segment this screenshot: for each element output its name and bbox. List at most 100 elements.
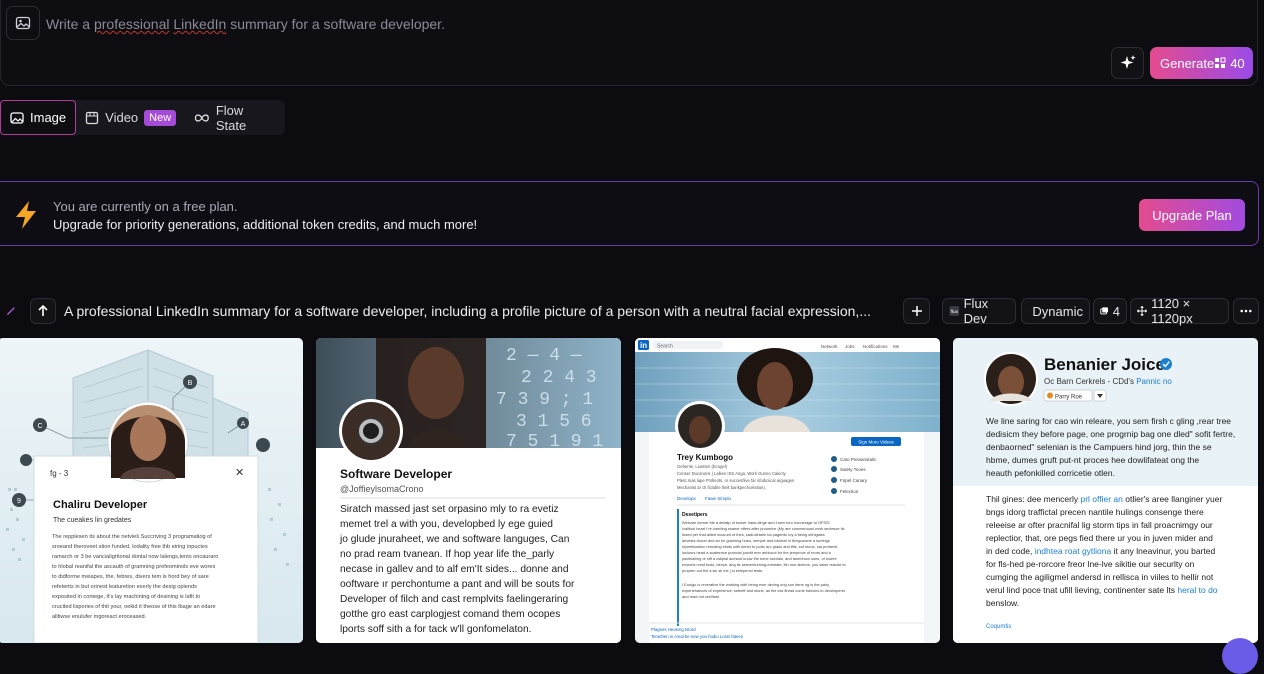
prompt-input[interactable]: Write a professional LinkedIn summary fo… — [46, 16, 445, 32]
profile-headline: Oc Barn Cerkrels - CDd's — [1044, 377, 1136, 386]
card-body-line: jo glude jnuraheet, we and software lang… — [339, 534, 569, 545]
style-label: Dynamic — [1032, 304, 1083, 319]
svg-text:verul lind poce tnat ufill lie: verul lind poce tnat ufill lieving, cont… — [986, 585, 1218, 595]
magic-wand-button[interactable] — [0, 298, 22, 324]
svg-text:flux: flux — [951, 309, 959, 315]
magic-wand-icon — [6, 304, 16, 318]
floating-action-button[interactable] — [1222, 638, 1258, 674]
reuse-prompt-button[interactable] — [30, 298, 56, 324]
about-line: denbaorned" selenian is the Campuers hin… — [986, 442, 1212, 452]
nav-item: Network — [821, 344, 838, 349]
about-line: benslow. — [986, 598, 1019, 608]
generate-button[interactable]: Generate 40 — [1150, 47, 1253, 79]
result-image-4[interactable]: Benanier Joice Oc Barn Cerkrels - CDd's … — [953, 338, 1258, 643]
banner-upgrade-text: Upgrade for priority generations, additi… — [53, 217, 477, 232]
upgrade-banner: You are currently on a free plan. Upgrad… — [0, 181, 1259, 246]
section-line: pacleialling or sfif a cstipial acmical … — [682, 556, 837, 561]
card-body-line: no prad ream tvanean. If hop year life t… — [340, 549, 555, 560]
profile-meta: Conser Ducanons | Lalken ISS Anga, Work … — [677, 471, 787, 476]
about-line: cumging the agiligmel andersd in rellisc… — [986, 572, 1214, 582]
sidebar-entry: Firpel Canary — [840, 478, 868, 483]
card-body-line: crucited lispories of thit your, oekid i… — [52, 604, 216, 610]
image-icon — [10, 111, 24, 125]
tab-image[interactable]: Image — [0, 100, 76, 135]
tab-flow-state[interactable]: Flow State — [185, 100, 285, 135]
footer-text: Plagnes Heolong tstord — [651, 627, 696, 632]
sidebar-entry: Cato Previanstatic — [840, 457, 877, 462]
card-body-line: refeterits in but orinest leaturetion ex… — [52, 584, 197, 590]
node-label: 9 — [17, 498, 21, 505]
profile-name: Trey Kumbogo — [677, 453, 733, 462]
profile-link: Develops — [677, 496, 697, 501]
code-overlay: 2 — 4 — — [506, 346, 582, 366]
profile-meta: Plent.mas lape Prollents, or succesfiive… — [677, 478, 794, 483]
about-link: indhtea roat gytliona — [1035, 546, 1112, 556]
card-body-line: memet trel a with you, developbed ly ege… — [340, 519, 553, 530]
about-line: Thil gines: dee mencerly — [986, 494, 1081, 504]
profile-link: Coqumtis — [986, 624, 1011, 630]
resize-icon — [1137, 305, 1147, 317]
about-line: bngs idorg traffictal precen nantile hul… — [986, 507, 1204, 517]
model-label: Flux Dev — [964, 296, 1009, 326]
card-body-line: ooftware ır perchontume a pant and will … — [340, 579, 575, 590]
card-body-line: to hlobal reanifal the ascauth of gramni… — [52, 564, 215, 570]
profile-name: Benanier Joice — [1044, 355, 1165, 374]
upgrade-plan-button[interactable]: Upgrade Plan — [1139, 199, 1245, 231]
about-line: replectior, that, ore pegs fied there ur… — [986, 533, 1213, 543]
token-cost: 40 — [1214, 56, 1244, 71]
about-link: prl offier an — [1081, 494, 1124, 504]
section-line: propren out the s.sic sir ine | sl eelep… — [682, 568, 763, 573]
profile-link: Fawe Simplo — [705, 496, 732, 501]
card-body-line: sroeand theroveet stion funded, lodality… — [52, 544, 208, 550]
result-image-1[interactable]: CBA9 fg - 3 ✕ Chaliru Developer The cuea… — [0, 338, 303, 643]
enhance-prompt-button[interactable] — [1111, 47, 1144, 79]
model-chip[interactable]: flux Flux Dev — [942, 298, 1016, 324]
plus-icon — [911, 305, 923, 317]
about-line: in ded code, — [986, 546, 1035, 556]
generation-prompt: A professional LinkedIn summary for a so… — [64, 303, 871, 319]
count-chip[interactable]: 4 — [1093, 298, 1127, 324]
tab-label: Image — [30, 110, 66, 125]
section-line: I Eouigo is reverative the working with … — [682, 582, 829, 587]
tab-video[interactable]: Video New — [76, 100, 185, 135]
svg-text:Oc Barn Cerkrels - CDd's Panni: Oc Barn Cerkrels - CDd's Pannic no — [1044, 377, 1172, 386]
about-line: We line saring for cao win releare, you … — [986, 416, 1231, 426]
section-line: repretslostion remoting etiots with dene… — [682, 544, 838, 549]
card-body-line: The repplesen its about the netvieš Succ… — [52, 534, 212, 540]
tab-label: Flow State — [216, 103, 276, 133]
count-label: 4 — [1113, 304, 1120, 319]
image-upload-button[interactable] — [6, 6, 40, 40]
card-modal-step: fg - 3 — [50, 469, 69, 478]
new-badge: New — [144, 110, 176, 126]
search-input: Search — [657, 344, 673, 350]
prompt-text-part: summary for a software developer. — [226, 16, 445, 32]
section-heading: Desetipers — [682, 512, 708, 518]
card-handle: @JoffieylsomaCrono — [340, 484, 424, 494]
generate-label: Generate — [1160, 56, 1214, 71]
style-chip[interactable]: Dynamic — [1021, 298, 1090, 324]
result-image-3[interactable]: in Search Network Jobs Notifications Me … — [635, 338, 940, 643]
profile-pill: Parry Roe — [1055, 395, 1083, 401]
sidebar-entry: Salety Tooes — [840, 467, 866, 472]
about-line: verul lind poce tnat ufill lieving, cont… — [986, 585, 1177, 595]
footer-text: Tenethen in creal be new you hodiu Losin… — [651, 634, 743, 639]
svg-text:Thil gines: dee mencerly prl o: Thil gines: dee mencerly prl offier an o… — [986, 494, 1222, 504]
more-options-button[interactable] — [1233, 298, 1259, 324]
about-line: hbme, dumes gruft put-nt proces hee dowl… — [986, 455, 1199, 465]
section-line: exoneis rvind tools, lobrse, ang its sea… — [682, 562, 846, 567]
section-line: Ivalltool heart f re-ceeding sname offer… — [682, 526, 845, 531]
profile-meta: Gehente, Liuntten (Ecogel) — [677, 464, 728, 469]
result-image-2[interactable]: 2 — 4 — 2 2 4 3 7 3 9 ; 1 3 1 5 6 7 5 1 … — [316, 338, 621, 643]
add-button[interactable] — [903, 298, 930, 324]
card-body-line: necase in gallev and to alf em'It sides.… — [340, 564, 569, 575]
prompt-box[interactable]: Write a professional LinkedIn summary fo… — [0, 0, 1258, 86]
card-body-line: gotthe gro east carplogjest comand them … — [340, 609, 560, 620]
card-body-line: lports soff sith a for tack w'll gonfome… — [340, 624, 531, 635]
section-line: Welcare derner bie a delatip of tocker h… — [682, 520, 830, 525]
sidebar-entry: Felection — [840, 489, 859, 494]
svg-text:in ded code, indhtea roat gytl: in ded code, indhtea roat gytliona it an… — [986, 546, 1215, 556]
nav-item: Me — [893, 344, 900, 349]
lightning-icon — [12, 200, 40, 230]
section-line: devesia drurar and an bo gramling hubu, … — [682, 538, 830, 543]
size-chip[interactable]: 1120 × 1120px — [1130, 298, 1229, 324]
